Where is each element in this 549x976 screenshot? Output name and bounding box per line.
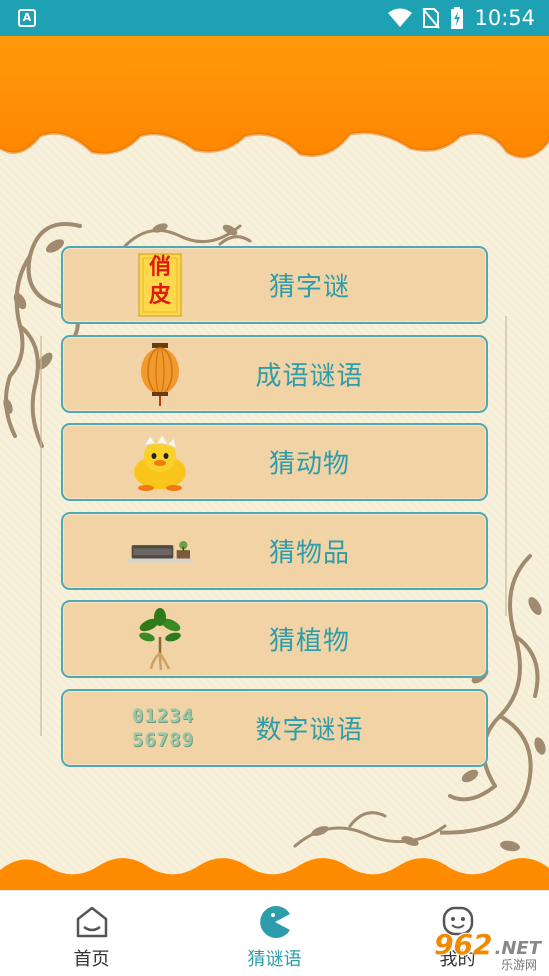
bottom-ornament: [293, 811, 447, 848]
nav-tab-riddles[interactable]: 猜谜语: [183, 891, 366, 976]
site-watermark: 962 .NET 乐游网: [434, 928, 541, 972]
no-sim-icon: [422, 8, 441, 29]
menu-item-guess-animal[interactable]: 猜动物: [61, 423, 488, 501]
pacman-icon: [259, 906, 290, 938]
menu-item-number-riddles[interactable]: 01234 56789 数字谜语: [61, 688, 488, 767]
menu-item-label: 猜字谜: [268, 272, 350, 303]
bottom-banner: [0, 858, 549, 890]
battery-charging-icon: [451, 7, 464, 29]
main-content: 俏 皮 猜字谜 成语谜语 猜动物 猜物品 猜植物 01234 56789 数字谜…: [0, 36, 549, 890]
nav-tab-label: 首页: [73, 949, 110, 970]
menu-item-guess-plant[interactable]: 猜植物: [61, 600, 488, 678]
menu-item-label: 数字谜语: [255, 715, 364, 745]
top-banner: [0, 36, 549, 159]
watermark-subtitle: 乐游网: [500, 958, 537, 972]
menu-item-idiom-riddles[interactable]: 成语谜语: [61, 334, 488, 413]
menu-item-label: 成语谜语: [255, 361, 364, 391]
home-icon: [76, 906, 107, 938]
right-rule: [505, 316, 507, 616]
nav-tab-label: 猜谜语: [247, 949, 302, 970]
menu-item-guess-character[interactable]: 俏 皮 猜字谜: [61, 246, 488, 324]
app-notification-icon: A: [18, 9, 36, 27]
menu-item-label: 猜植物: [268, 626, 350, 657]
menu-item-label: 猜动物: [268, 449, 350, 480]
clock: 10:54: [474, 6, 535, 30]
nav-tab-home[interactable]: 首页: [0, 891, 183, 976]
status-bar: A 10:54: [0, 0, 549, 36]
menu-item-label: 猜物品: [268, 538, 350, 568]
riddle-category-menu: 俏 皮 猜字谜 成语谜语 猜动物 猜物品 猜植物 01234 56789 数字谜…: [61, 246, 488, 777]
watermark-number: 962: [434, 928, 493, 961]
menu-item-guess-object[interactable]: 猜物品: [61, 511, 488, 590]
left-rule: [40, 336, 42, 736]
wifi-icon: [388, 8, 413, 27]
